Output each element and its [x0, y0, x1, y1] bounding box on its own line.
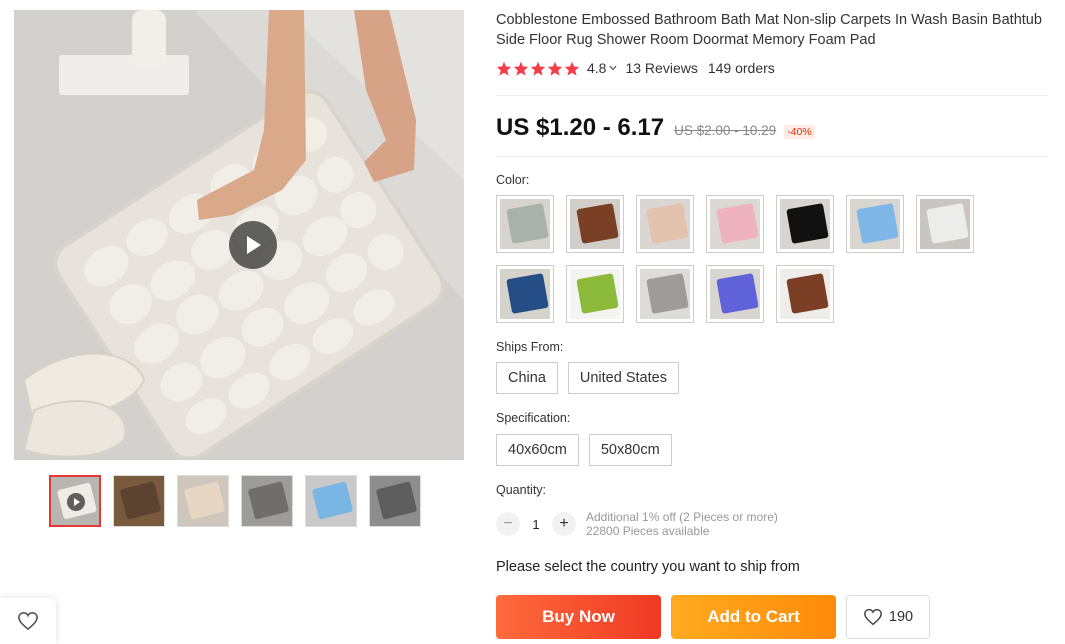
divider — [496, 95, 1048, 96]
product-title: Cobblestone Embossed Bathroom Bath Mat N… — [496, 12, 1042, 48]
swatch-image — [920, 199, 970, 249]
quantity-value[interactable]: 1 — [520, 517, 552, 532]
swatch-mat — [856, 203, 899, 244]
color-swatch-3[interactable] — [636, 195, 694, 253]
color-swatch-4[interactable] — [706, 195, 764, 253]
ships-from-united-states[interactable]: United States — [567, 362, 679, 394]
gallery-thumb-4[interactable] — [241, 475, 293, 527]
swatch-mat — [716, 203, 759, 244]
rating-stars — [496, 61, 580, 76]
thumbnail-strip — [49, 475, 421, 527]
play-icon — [67, 493, 85, 511]
play-icon — [247, 236, 261, 254]
gallery-thumb-1[interactable] — [49, 475, 101, 527]
original-price: US $2.00 - 10.29 — [674, 123, 777, 138]
swatch-mat — [506, 273, 549, 314]
spec-40x60cm[interactable]: 40x60cm — [496, 434, 579, 466]
quantity-info: Additional 1% off (2 Pieces or more) 228… — [586, 510, 778, 538]
add-to-cart-button[interactable]: Add to Cart — [671, 595, 836, 639]
ship-country-note: Please select the country you want to sh… — [496, 559, 800, 575]
quantity-decrease-button[interactable]: − — [496, 512, 520, 536]
color-swatch-8[interactable] — [496, 265, 554, 323]
play-video-button[interactable] — [229, 221, 277, 269]
color-label: Color: — [496, 173, 530, 187]
divider — [496, 156, 1048, 157]
quantity-label: Quantity: — [496, 483, 547, 497]
buy-now-button[interactable]: Buy Now — [496, 595, 661, 639]
reviews-link[interactable]: 13 Reviews — [625, 60, 697, 76]
swatch-image — [780, 199, 830, 249]
color-swatch-5[interactable] — [776, 195, 834, 253]
color-swatch-12[interactable] — [776, 265, 834, 323]
color-swatch-10[interactable] — [636, 265, 694, 323]
color-swatch-7[interactable] — [916, 195, 974, 253]
discount-badge: -40% — [784, 125, 815, 139]
swatch-image — [500, 199, 550, 249]
gallery-thumb-5[interactable] — [305, 475, 357, 527]
heart-icon — [18, 611, 38, 631]
main-product-image[interactable] — [14, 10, 464, 460]
thumbnail-image — [311, 481, 354, 520]
color-swatch-9[interactable] — [566, 265, 624, 323]
star-icon — [547, 61, 563, 76]
swatch-image — [780, 269, 830, 319]
swatch-mat — [786, 203, 829, 244]
swatch-image — [570, 269, 620, 319]
quantity-stepper: − 1 + Additional 1% off (2 Pieces or mor… — [496, 510, 778, 538]
swatch-mat — [716, 273, 759, 314]
ships-from-label: Ships From: — [496, 340, 564, 354]
star-icon — [530, 61, 546, 76]
swatch-image — [850, 199, 900, 249]
swatch-mat — [926, 203, 969, 244]
ships-from-china[interactable]: China — [496, 362, 558, 394]
price-row: US $1.20 - 6.17 US $2.00 - 10.29 -40% — [496, 114, 815, 142]
ships-from-options: China United States — [496, 362, 679, 394]
gallery-thumb-3[interactable] — [177, 475, 229, 527]
star-icon — [513, 61, 529, 76]
swatch-image — [640, 269, 690, 319]
swatch-mat — [786, 273, 829, 314]
thumbnail-image — [183, 481, 226, 520]
spec-50x80cm[interactable]: 50x80cm — [588, 434, 672, 466]
heart-icon — [863, 608, 882, 626]
quantity-increase-button[interactable]: + — [552, 512, 576, 536]
stock-available: 22800 Pieces available — [586, 524, 710, 538]
specification-options: 40x60cm 50x80cm — [496, 434, 672, 466]
rating-row: 4.8 13 Reviews 149 orders — [496, 60, 775, 76]
floating-favorite-button[interactable] — [0, 598, 56, 644]
color-swatch-11[interactable] — [706, 265, 764, 323]
swatch-mat — [506, 203, 549, 244]
orders-count: 149 orders — [707, 60, 775, 76]
current-price: US $1.20 - 6.17 — [496, 114, 665, 141]
thumbnail-image — [247, 481, 290, 520]
swatch-image — [500, 269, 550, 319]
swatch-image — [710, 199, 760, 249]
color-swatches — [496, 195, 986, 323]
swatch-mat — [646, 273, 689, 314]
thumbnail-image — [119, 481, 162, 520]
gallery-thumb-6[interactable] — [369, 475, 421, 527]
color-swatch-1[interactable] — [496, 195, 554, 253]
chevron-down-icon[interactable] — [609, 65, 617, 71]
specification-label: Specification: — [496, 411, 571, 425]
star-icon — [496, 61, 512, 76]
swatch-mat — [576, 273, 619, 314]
swatch-image — [570, 199, 620, 249]
thumbnail-image — [375, 481, 418, 520]
color-swatch-6[interactable] — [846, 195, 904, 253]
color-swatch-2[interactable] — [566, 195, 624, 253]
swatch-mat — [576, 203, 619, 244]
swatch-image — [640, 199, 690, 249]
swatch-image — [710, 269, 760, 319]
wishlist-button[interactable]: 190 — [846, 595, 930, 639]
bulk-discount-note: Additional 1% off (2 Pieces or more) — [586, 510, 778, 524]
star-icon — [564, 61, 580, 76]
gallery-thumb-2[interactable] — [113, 475, 165, 527]
swatch-mat — [646, 203, 689, 244]
rating-value[interactable]: 4.8 — [587, 60, 606, 76]
wishlist-count: 190 — [888, 609, 914, 625]
